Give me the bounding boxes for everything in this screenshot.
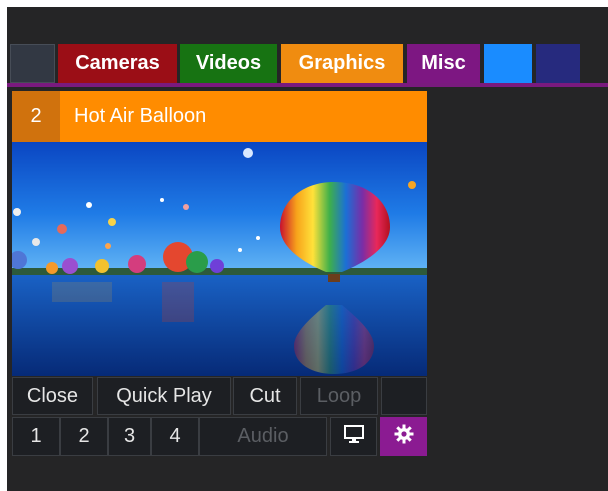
- number-button-1[interactable]: 1: [12, 417, 60, 456]
- tab-blank[interactable]: [10, 44, 55, 83]
- gear-icon: [394, 424, 414, 450]
- close-button[interactable]: Close: [12, 377, 93, 415]
- tab-graphics[interactable]: Graphics: [281, 44, 403, 83]
- tab-underline: [7, 83, 608, 87]
- monitor-icon: [343, 424, 364, 449]
- hot-air-balloon-image: [12, 142, 427, 376]
- app-window: Cameras Videos Graphics Misc 2 Hot Air B…: [7, 7, 608, 491]
- clip-thumbnail[interactable]: [12, 142, 427, 376]
- tab-blue[interactable]: [484, 44, 532, 83]
- tab-misc[interactable]: Misc: [407, 44, 480, 83]
- tab-videos[interactable]: Videos: [180, 44, 277, 83]
- tab-navy[interactable]: [536, 44, 580, 83]
- monitor-button[interactable]: [330, 417, 377, 456]
- number-button-4[interactable]: 4: [151, 417, 199, 456]
- clip-number: 2: [12, 91, 60, 142]
- cut-button[interactable]: Cut: [233, 377, 297, 415]
- settings-button[interactable]: [380, 417, 427, 456]
- quick-play-button[interactable]: Quick Play: [97, 377, 231, 415]
- clip-title: Hot Air Balloon: [74, 105, 207, 127]
- empty-button[interactable]: [381, 377, 427, 415]
- number-button-2[interactable]: 2: [60, 417, 108, 456]
- loop-button[interactable]: Loop: [300, 377, 378, 415]
- audio-button[interactable]: Audio: [199, 417, 327, 456]
- clip-header: 2 Hot Air Balloon: [12, 91, 427, 142]
- tab-cameras[interactable]: Cameras: [58, 44, 177, 83]
- number-button-3[interactable]: 3: [108, 417, 151, 456]
